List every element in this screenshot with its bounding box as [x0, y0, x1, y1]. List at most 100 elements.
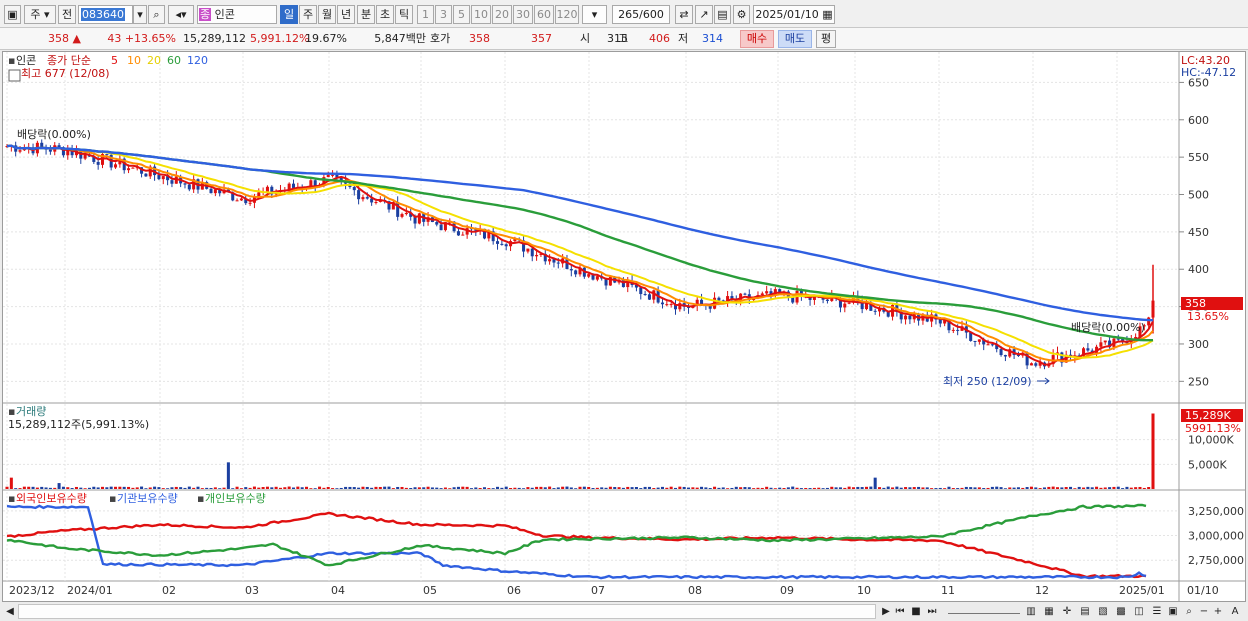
- date-field[interactable]: 2025/01/10 ▦: [753, 5, 835, 24]
- zoom-slider[interactable]: [948, 604, 1020, 614]
- volume-bar: [161, 488, 165, 489]
- period-month[interactable]: 월: [318, 5, 336, 24]
- buy-button[interactable]: 매수: [740, 30, 774, 48]
- magnifier-icon[interactable]: ⌕: [1183, 604, 1195, 619]
- candle-body: [187, 184, 191, 190]
- candle-body: [530, 248, 534, 257]
- volume-bar: [721, 487, 725, 489]
- period-tick[interactable]: 틱: [395, 5, 413, 24]
- volume-bar: [1025, 487, 1029, 489]
- volume-bar: [1138, 486, 1142, 489]
- volume-bar: [413, 487, 417, 489]
- window-icon[interactable]: ◫: [1132, 604, 1146, 619]
- interval-1[interactable]: 1: [417, 5, 434, 24]
- volume-bar: [864, 486, 869, 489]
- interval-60[interactable]: 60: [534, 5, 554, 24]
- zoom-in-icon[interactable]: +: [1212, 604, 1224, 619]
- search-icon[interactable]: ⌕: [148, 5, 165, 24]
- volume-bar: [456, 486, 460, 489]
- volume-bar: [96, 487, 100, 489]
- market-select[interactable]: 주 ▾: [24, 5, 56, 24]
- prev-button[interactable]: 전: [58, 5, 76, 24]
- ruler-icon[interactable]: ▤: [1078, 604, 1092, 619]
- volume-bar: [1012, 487, 1016, 489]
- table-view-icon[interactable]: ▩: [1114, 604, 1128, 619]
- stock-code-input[interactable]: 083640: [78, 5, 133, 24]
- volume-bullet-icon: ▪: [8, 405, 15, 418]
- font-size-icon[interactable]: A: [1228, 604, 1242, 619]
- grid-icon[interactable]: ▦: [1042, 604, 1056, 619]
- drawing-icon[interactable]: ↗: [695, 5, 713, 24]
- bar-chart-icon[interactable]: ▥: [1024, 604, 1038, 619]
- holding-y-tick-label: 2,750,000: [1188, 554, 1244, 567]
- count-field[interactable]: 265/600: [612, 5, 670, 24]
- period-minute[interactable]: 분: [357, 5, 375, 24]
- volume-bar: [917, 486, 921, 489]
- volume-bar: [556, 487, 560, 489]
- average-button[interactable]: 평: [816, 30, 836, 48]
- layout-icon[interactable]: ▣: [4, 5, 21, 24]
- chart-area[interactable]: 250300350400450500550600650 5,000K10,000…: [2, 51, 1246, 602]
- table-icon[interactable]: [8, 69, 21, 82]
- candle-body: [595, 276, 599, 280]
- horizontal-scrollbar[interactable]: [18, 604, 876, 619]
- volume-bar: [1047, 486, 1051, 489]
- volume-bar: [474, 487, 478, 489]
- zoom-out-icon[interactable]: −: [1198, 604, 1210, 619]
- sell-button[interactable]: 매도: [778, 30, 812, 48]
- stock-chart-svg: 250300350400450500550600650 5,000K10,000…: [3, 52, 1245, 601]
- interval-5[interactable]: 5: [453, 5, 470, 24]
- interval-120[interactable]: 120: [555, 5, 579, 24]
- save-icon[interactable]: ▤: [714, 5, 731, 24]
- volume-bar: [370, 487, 374, 489]
- crosshair-icon[interactable]: ✛: [1060, 604, 1074, 619]
- interval-30[interactable]: 30: [513, 5, 533, 24]
- candle-body: [825, 299, 829, 301]
- stock-name-field[interactable]: 종 인콘: [197, 5, 277, 24]
- volume-bar: [730, 487, 734, 489]
- list-icon[interactable]: ☰: [1150, 604, 1164, 619]
- count-total: /600: [639, 8, 664, 21]
- period-second[interactable]: 초: [376, 5, 394, 24]
- first-page-icon[interactable]: ⏮: [893, 604, 907, 619]
- period-day[interactable]: 일: [280, 5, 298, 24]
- volume-bar: [548, 486, 552, 489]
- volume-bar: [1134, 487, 1138, 489]
- sound-icon[interactable]: ◂▾: [168, 5, 194, 24]
- restore-icon[interactable]: ▣: [1166, 604, 1180, 619]
- x-tick-label: 12: [1035, 584, 1049, 597]
- volume-bar: [1086, 486, 1090, 489]
- layer-icon[interactable]: ▧: [1096, 604, 1110, 619]
- interval-10[interactable]: 10: [471, 5, 491, 24]
- volume-bar: [634, 486, 638, 489]
- volume-bar: [891, 487, 895, 489]
- volume-bar: [878, 487, 882, 489]
- last-page-icon[interactable]: ⏭: [925, 604, 939, 619]
- interval-20[interactable]: 20: [492, 5, 512, 24]
- interval-3[interactable]: 3: [435, 5, 452, 24]
- volume-bar: [452, 487, 456, 489]
- current-pct-tag: 13.65%: [1187, 310, 1229, 323]
- volume-bar: [509, 487, 513, 489]
- candle-body: [986, 344, 990, 346]
- volume-bar: [205, 487, 209, 489]
- scroll-right-icon[interactable]: ▶: [880, 604, 892, 619]
- volume-bar: [491, 488, 495, 489]
- stop-icon[interactable]: ■: [910, 604, 922, 619]
- volume-bar: [339, 487, 343, 489]
- code-dropdown-icon[interactable]: ▾: [133, 5, 147, 24]
- volume-bar: [843, 487, 847, 489]
- volume-bar: [799, 488, 803, 489]
- candle-body: [170, 180, 174, 184]
- interval-custom-input[interactable]: ▾: [582, 5, 607, 24]
- gear-icon[interactable]: ⚙: [733, 5, 750, 24]
- candle-body: [435, 222, 439, 225]
- period-year[interactable]: 년: [337, 5, 355, 24]
- scroll-left-icon[interactable]: ◀: [4, 604, 16, 619]
- compare-icon[interactable]: ⇄: [675, 5, 693, 24]
- volume-bar: [461, 486, 465, 489]
- toolbar: ▣ 주 ▾ 전 083640 ▾ ⌕ ◂▾ 종 인콘 일 주 월 년 분 초 틱…: [0, 0, 1248, 28]
- x-tick-label: 10: [857, 584, 871, 597]
- period-week[interactable]: 주: [299, 5, 317, 24]
- volume-bar: [908, 487, 912, 489]
